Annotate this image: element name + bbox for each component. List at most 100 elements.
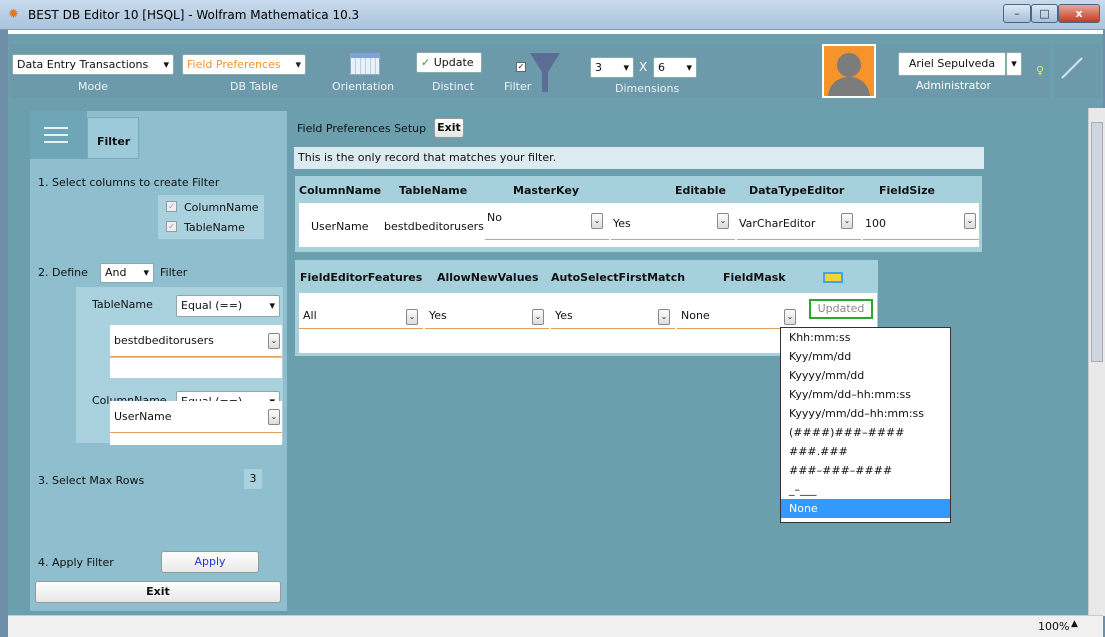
mode-dropdown[interactable]: Data Entry Transactions ▾ bbox=[12, 54, 174, 75]
tab-filter[interactable]: Filter bbox=[87, 117, 139, 159]
avatar[interactable] bbox=[822, 44, 876, 98]
funnel-icon[interactable] bbox=[528, 50, 562, 94]
dropdown-arrow-icon[interactable]: ⌄ bbox=[591, 213, 603, 229]
column-header: FieldMask bbox=[723, 271, 786, 284]
popup-item[interactable]: Kyy/mm/dd bbox=[781, 347, 950, 366]
condition-operator-dropdown[interactable]: Equal (==) ▾ bbox=[176, 295, 280, 317]
editable-value: Yes bbox=[613, 217, 631, 230]
hamburger-icon bbox=[44, 134, 68, 136]
db-table-label: DB Table bbox=[230, 80, 278, 93]
autoselect-combo[interactable]: Yes ⌄ bbox=[551, 297, 675, 329]
close-button[interactable]: x bbox=[1058, 4, 1100, 23]
condition-value-combo[interactable]: UserName ⌄ bbox=[110, 401, 282, 433]
fieldmask-value: None bbox=[681, 309, 710, 322]
db-table-dropdown[interactable]: Field Preferences ▾ bbox=[182, 54, 306, 75]
features-combo[interactable]: All ⌄ bbox=[299, 297, 423, 329]
step1-label: 1. Select columns to create Filter bbox=[38, 176, 220, 189]
autoselect-value: Yes bbox=[555, 309, 573, 322]
condition-value-combo[interactable]: bestdbeditorusers ⌄ bbox=[110, 325, 282, 357]
orientation-label: Orientation bbox=[332, 80, 395, 93]
popup-item[interactable]: Kyyyy/mm/dd–hh:mm:ss bbox=[781, 404, 950, 423]
popup-item[interactable]: Kyy/mm/dd–hh:mm:ss bbox=[781, 385, 950, 404]
minimize-button[interactable]: – bbox=[1003, 4, 1031, 23]
chevron-down-icon: ▾ bbox=[623, 61, 629, 74]
popup-item[interactable]: Khh:mm:ss bbox=[781, 328, 950, 347]
popup-item[interactable]: (####)###–#### bbox=[781, 423, 950, 442]
table-row: UserName bestdbeditorusers No ⌄ Yes ⌄ Va… bbox=[299, 203, 979, 247]
allownew-combo[interactable]: Yes ⌄ bbox=[425, 297, 549, 329]
status-bar: 100% ▲ bbox=[8, 615, 1103, 637]
tablename-checkbox[interactable]: ✓ bbox=[166, 221, 177, 232]
pen-icon[interactable] bbox=[1060, 54, 1086, 80]
preferences-table-1: ColumnName TableName MasterKey Editable … bbox=[295, 176, 982, 252]
user-dropdown-arrow[interactable]: ▾ bbox=[1006, 52, 1022, 76]
dropdown-arrow-icon[interactable]: ⌄ bbox=[658, 309, 670, 325]
dimension-x-label: X bbox=[639, 60, 648, 74]
column-option: TableName bbox=[184, 221, 245, 234]
edit-icon[interactable] bbox=[823, 272, 843, 283]
dropdown-arrow-icon[interactable]: ⌄ bbox=[841, 213, 853, 229]
column-header: MasterKey bbox=[513, 184, 580, 197]
condition-value: UserName bbox=[114, 410, 172, 423]
features-value: All bbox=[303, 309, 317, 322]
avatar-body-icon bbox=[828, 77, 870, 96]
datatype-combo[interactable]: VarCharEditor ⌄ bbox=[737, 208, 861, 240]
columnname-checkbox[interactable]: ✓ bbox=[166, 201, 177, 212]
dimension-rows-dropdown[interactable]: 3 ▾ bbox=[590, 57, 634, 78]
column-option: ColumnName bbox=[184, 201, 259, 214]
menu-tab[interactable] bbox=[30, 111, 87, 159]
filter-panel: Filter 1. Select columns to create Filte… bbox=[30, 111, 287, 611]
apply-button[interactable]: Apply bbox=[161, 551, 259, 573]
column-header: FieldEditorFeatures bbox=[300, 271, 423, 284]
popup-item[interactable]: Kyyyy/mm/dd bbox=[781, 366, 950, 385]
dropdown-arrow-icon[interactable]: ⌄ bbox=[784, 309, 796, 325]
app-icon: ✹ bbox=[8, 7, 19, 22]
popup-item[interactable]: ###–###–#### bbox=[781, 461, 950, 480]
dropdown-arrow-icon[interactable]: ⌄ bbox=[532, 309, 544, 325]
sidebar-exit-button[interactable]: Exit bbox=[35, 581, 281, 603]
window-title: BEST DB Editor 10 [HSQL] - Wolfram Mathe… bbox=[28, 8, 360, 22]
step2-suffix: Filter bbox=[160, 266, 188, 279]
filter-checkbox[interactable]: ✓ bbox=[516, 62, 526, 72]
column-header: TableName bbox=[399, 184, 468, 197]
lightbulb-icon[interactable]: ♀ bbox=[1036, 64, 1044, 77]
vertical-scrollbar[interactable] bbox=[1088, 108, 1105, 616]
popup-item[interactable]: ###.### bbox=[781, 442, 950, 461]
setup-exit-button[interactable]: Exit bbox=[434, 118, 464, 138]
dropdown-arrow-icon[interactable]: ⌄ bbox=[268, 333, 280, 349]
updated-status: Updated bbox=[809, 299, 873, 319]
column-checklist: ✓ ColumnName ✓ TableName bbox=[158, 195, 264, 239]
maximize-button[interactable]: □ bbox=[1031, 4, 1058, 23]
masterkey-combo[interactable]: No ⌄ bbox=[485, 208, 609, 240]
column-header: DataTypeEditor bbox=[749, 184, 845, 197]
logic-operator-dropdown[interactable]: And ▾ bbox=[100, 263, 154, 283]
user-dropdown[interactable]: Ariel Sepulveda bbox=[898, 52, 1006, 76]
datatype-value: VarCharEditor bbox=[739, 217, 816, 230]
user-name: Ariel Sepulveda bbox=[908, 57, 996, 70]
logic-operator-value: And bbox=[105, 266, 127, 279]
dropdown-arrow-icon[interactable]: ⌄ bbox=[964, 213, 976, 229]
condition-field-label: TableName bbox=[92, 298, 153, 311]
step2-label: 2. Define bbox=[38, 266, 88, 279]
update-button[interactable]: ✓ Update bbox=[416, 52, 482, 73]
dropdown-arrow-icon[interactable]: ⌄ bbox=[406, 309, 418, 325]
zoom-up-icon[interactable]: ▲ bbox=[1071, 619, 1078, 629]
fieldsize-value: 100 bbox=[865, 217, 886, 230]
dimension-cols-dropdown[interactable]: 6 ▾ bbox=[653, 57, 697, 78]
popup-item-selected[interactable]: None bbox=[781, 499, 950, 518]
fieldmask-combo[interactable]: None ⌄ bbox=[677, 297, 801, 329]
scroll-thumb[interactable] bbox=[1091, 122, 1103, 362]
chevron-down-icon: ▾ bbox=[295, 58, 301, 71]
orientation-grid-icon[interactable] bbox=[350, 53, 380, 75]
popup-item[interactable]: _–___ bbox=[781, 480, 950, 499]
column-header: ColumnName bbox=[299, 184, 382, 197]
zoom-level[interactable]: 100% bbox=[1038, 620, 1069, 633]
toolbar-extension bbox=[1054, 44, 1100, 98]
fieldsize-combo[interactable]: 100 ⌄ bbox=[863, 208, 979, 240]
mode-value: Data Entry Transactions bbox=[17, 58, 149, 71]
allownew-value: Yes bbox=[429, 309, 447, 322]
editable-combo[interactable]: Yes ⌄ bbox=[611, 208, 735, 240]
dropdown-arrow-icon[interactable]: ⌄ bbox=[717, 213, 729, 229]
dropdown-arrow-icon[interactable]: ⌄ bbox=[268, 409, 280, 425]
max-rows-value[interactable]: 3 bbox=[244, 469, 262, 489]
